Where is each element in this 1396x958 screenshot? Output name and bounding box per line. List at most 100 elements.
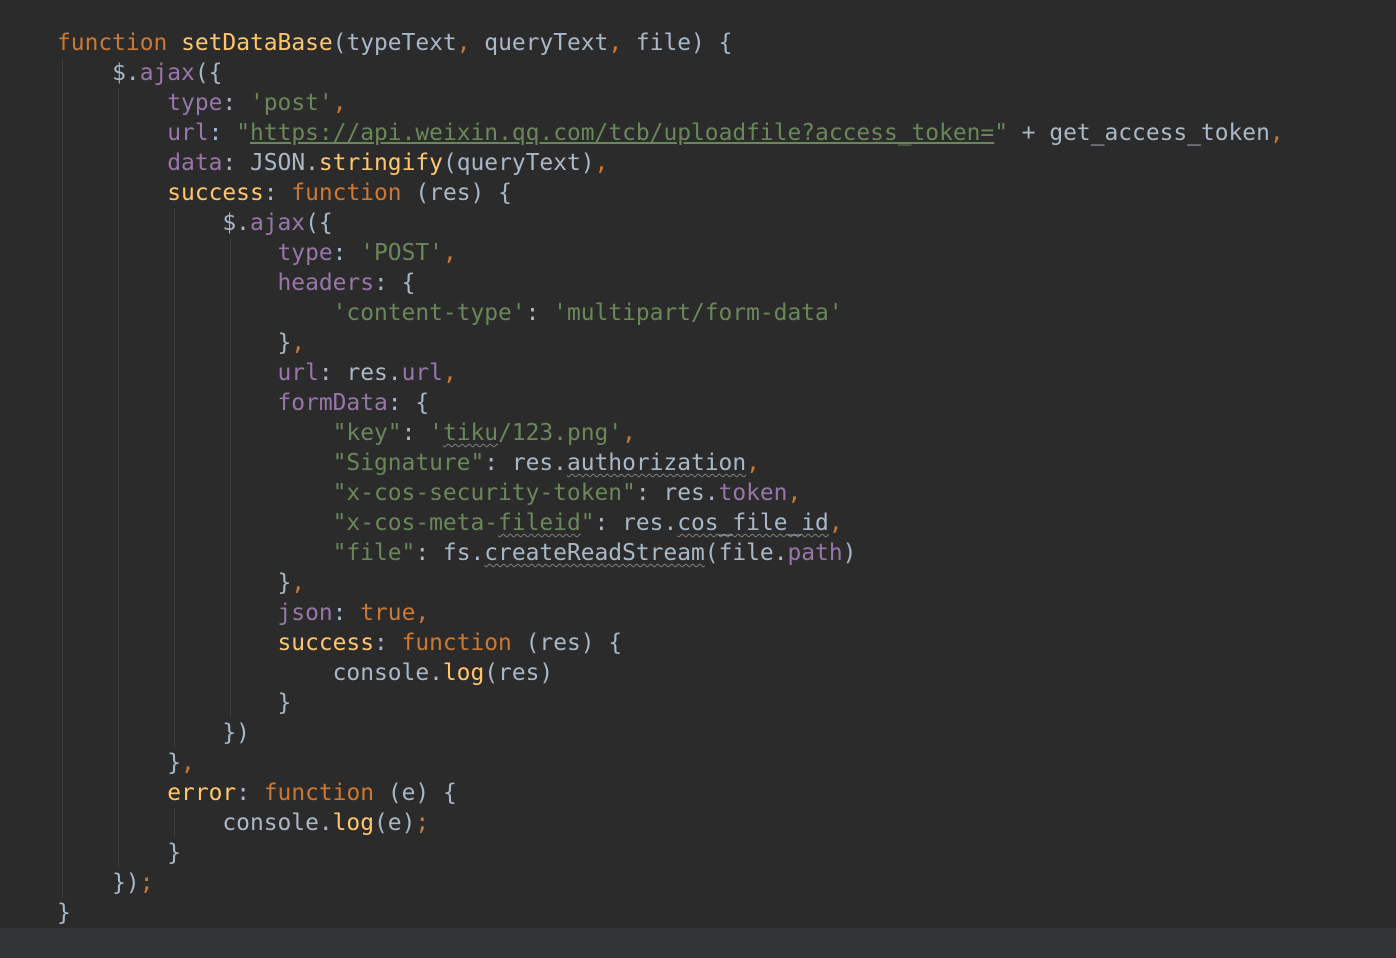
code-token: 'content-type' — [332, 300, 526, 326]
code-line[interactable]: data: JSON.stringify(queryText), — [57, 148, 1284, 178]
code-token: , — [332, 90, 347, 116]
code-token: , — [442, 360, 457, 386]
code-line[interactable]: success: function (res) { — [57, 178, 1284, 208]
code-token: , — [415, 600, 430, 626]
code-token: }) — [57, 720, 250, 746]
code-content[interactable]: function setDataBase(typeText, queryText… — [57, 28, 1284, 928]
code-line[interactable]: }) — [57, 718, 1284, 748]
code-token: (file. — [704, 540, 788, 566]
code-token: ({ — [305, 210, 333, 236]
code-token: , — [181, 750, 195, 776]
code-line[interactable]: type: 'POST', — [57, 238, 1284, 268]
code-token: (res) — [484, 660, 554, 686]
code-token: file) { — [635, 30, 733, 56]
code-token: setDataBase — [181, 30, 333, 56]
code-token: ) — [842, 540, 857, 566]
code-line[interactable]: console.log(e); — [57, 808, 1284, 838]
code-line[interactable]: success: function (res) { — [57, 628, 1284, 658]
code-token: : — [525, 300, 554, 326]
code-line[interactable]: url: res.url, — [57, 358, 1284, 388]
code-token: : { — [374, 270, 416, 296]
code-token: url — [167, 120, 209, 146]
code-token: : — [208, 120, 237, 146]
code-token: } — [57, 690, 292, 716]
code-editor[interactable]: function setDataBase(typeText, queryText… — [0, 0, 1396, 958]
code-token: /123.png' — [498, 420, 623, 446]
code-line[interactable]: }, — [57, 568, 1284, 598]
code-line[interactable]: formData: { — [57, 388, 1284, 418]
code-token: : — [222, 90, 250, 116]
code-line[interactable]: }, — [57, 328, 1284, 358]
code-token: $. — [57, 60, 140, 86]
code-token: , — [442, 240, 457, 266]
code-token: ({ — [194, 60, 223, 86]
code-line[interactable]: } — [57, 838, 1284, 868]
code-token: fileid — [498, 510, 581, 536]
code-token: queryText — [484, 30, 609, 56]
code-token: 'post' — [249, 90, 333, 116]
code-token: , — [456, 30, 485, 56]
code-line[interactable]: "x-cos-security-token": res.token, — [57, 478, 1284, 508]
code-token: error — [167, 780, 237, 806]
code-token: , — [608, 30, 636, 56]
code-token: , — [291, 330, 306, 356]
code-token: cos_file_id — [677, 510, 829, 536]
code-token: + get_access_token — [1008, 120, 1270, 146]
code-token: : res. — [594, 510, 678, 536]
code-line[interactable]: type: 'post', — [57, 88, 1284, 118]
code-token: " — [236, 120, 250, 146]
code-token: (res) { — [511, 630, 623, 656]
code-token: path — [787, 540, 843, 566]
code-token: } — [57, 750, 182, 776]
code-line[interactable]: console.log(res) — [57, 658, 1284, 688]
code-line[interactable]: function setDataBase(typeText, queryText… — [57, 28, 1284, 58]
code-line[interactable]: }, — [57, 748, 1284, 778]
code-token: : res. — [484, 450, 567, 476]
code-token: $. — [57, 210, 250, 236]
code-line[interactable]: "x-cos-meta-fileid": res.cos_file_id, — [57, 508, 1284, 538]
code-token: success — [167, 180, 264, 206]
code-token: } — [57, 840, 182, 866]
code-token: function — [57, 30, 168, 56]
code-line[interactable]: "file": fs.createReadStream(file.path) — [57, 538, 1284, 568]
code-token: , — [828, 510, 843, 536]
code-token: , — [787, 480, 802, 506]
code-line[interactable]: json: true, — [57, 598, 1284, 628]
code-token: , — [622, 420, 636, 446]
code-line[interactable]: $.ajax({ — [57, 208, 1284, 238]
code-line[interactable]: } — [57, 688, 1284, 718]
code-token: : { — [387, 390, 430, 416]
code-line[interactable]: error: function (e) { — [57, 778, 1284, 808]
code-line[interactable]: url: "https://api.weixin.qq.com/tcb/uplo… — [57, 118, 1283, 148]
code-token: function — [291, 180, 402, 206]
code-token: , — [291, 570, 306, 596]
code-line[interactable]: headers: { — [57, 268, 1284, 298]
code-line[interactable]: "key": 'tiku/123.png', — [57, 418, 1284, 448]
code-token: success — [277, 630, 374, 656]
code-token: formData — [277, 390, 388, 416]
code-token: } — [57, 570, 292, 596]
code-line[interactable]: 'content-type': 'multipart/form-data' — [57, 298, 1284, 328]
code-line[interactable]: } — [57, 898, 1284, 928]
code-token: json — [277, 600, 333, 626]
code-token: (res) { — [401, 180, 512, 206]
code-token: (queryText) — [442, 150, 595, 176]
code-token: : — [401, 420, 430, 446]
code-token: "x-cos-meta- — [332, 510, 499, 536]
code-token: , — [746, 450, 760, 476]
code-line[interactable]: "Signature": res.authorization, — [57, 448, 1284, 478]
code-token: : res. — [318, 360, 402, 386]
code-token: type — [277, 240, 333, 266]
code-line[interactable]: $.ajax({ — [57, 58, 1284, 88]
code-line[interactable]: }); — [57, 868, 1284, 898]
code-token: 'multipart/form-data' — [553, 300, 843, 326]
code-token: authorization — [566, 450, 747, 476]
code-token: log — [442, 660, 485, 686]
code-token: "x-cos-security-token" — [332, 480, 636, 506]
code-token: tiku — [442, 420, 499, 446]
